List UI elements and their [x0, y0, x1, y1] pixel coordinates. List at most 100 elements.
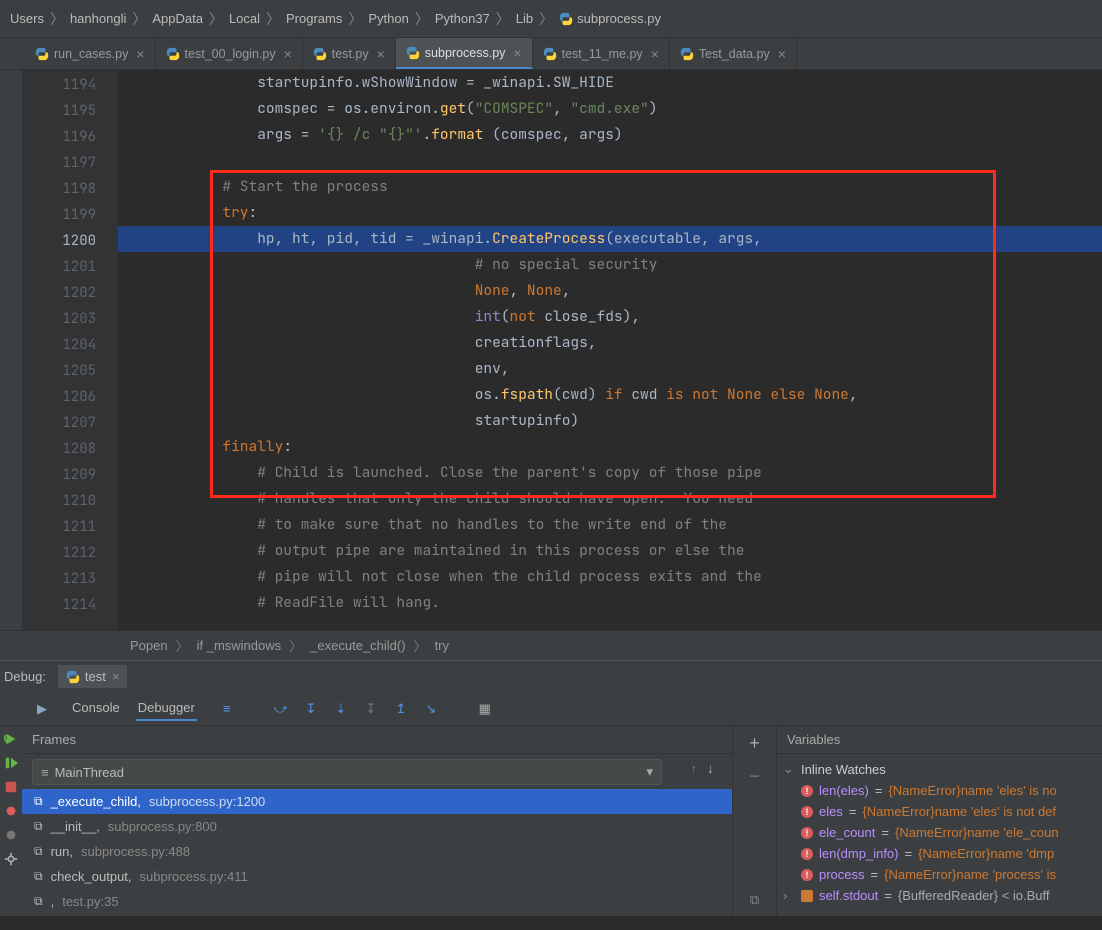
- close-icon[interactable]: ×: [284, 46, 292, 62]
- line-number[interactable]: 1208: [22, 436, 118, 462]
- debugger-tab[interactable]: Debugger: [136, 696, 197, 721]
- code-line[interactable]: startupinfo): [118, 408, 1102, 434]
- stack-frame[interactable]: ⧉run, subprocess.py:488: [22, 839, 732, 864]
- rerun-icon[interactable]: [4, 732, 18, 746]
- frame-up-icon[interactable]: ↑: [691, 761, 698, 776]
- line-number[interactable]: 1211: [22, 514, 118, 540]
- inline-watches-group[interactable]: ⌄ Inline Watches: [777, 758, 1102, 780]
- run-to-cursor-icon[interactable]: ↘: [423, 701, 439, 717]
- close-icon[interactable]: ×: [136, 46, 144, 62]
- frame-down-icon[interactable]: ↓: [707, 761, 714, 776]
- resume-icon[interactable]: [4, 756, 18, 770]
- editor-tab[interactable]: test_00_login.py×: [156, 38, 303, 69]
- watch-row[interactable]: !ele_count = {NameError}name 'ele_coun: [777, 822, 1102, 843]
- step-out-icon[interactable]: ↥: [393, 701, 409, 717]
- line-number[interactable]: 1200: [22, 228, 118, 254]
- stop-icon[interactable]: [4, 780, 18, 794]
- line-number[interactable]: 1195: [22, 98, 118, 124]
- code-line[interactable]: hp, ht, pid, tid = _winapi.CreateProcess…: [118, 226, 1102, 252]
- remove-watch-icon[interactable]: −: [749, 766, 760, 787]
- close-icon[interactable]: ×: [112, 669, 120, 684]
- code-line[interactable]: # Child is launched. Close the parent's …: [118, 460, 1102, 486]
- step-filter-icon[interactable]: ≡: [219, 701, 235, 717]
- breadcrumb-segment[interactable]: Python: [368, 11, 408, 26]
- code-structure-breadcrumb[interactable]: Popen〉if _mswindows〉_execute_child()〉try: [0, 630, 1102, 660]
- line-number[interactable]: 1201: [22, 254, 118, 280]
- code-area[interactable]: startupinfo.wShowWindow = _winapi.SW_HID…: [118, 70, 1102, 630]
- step-into-icon[interactable]: ↧: [303, 701, 319, 717]
- code-line[interactable]: os.fspath(cwd) if cwd is not None else N…: [118, 382, 1102, 408]
- code-line[interactable]: startupinfo.wShowWindow = _winapi.SW_HID…: [118, 70, 1102, 96]
- console-tab[interactable]: Console: [70, 696, 122, 721]
- code-line[interactable]: try:: [118, 200, 1102, 226]
- console-run-icon[interactable]: ▶: [34, 701, 50, 717]
- editor-tab[interactable]: subprocess.py×: [396, 38, 533, 69]
- line-number[interactable]: 1207: [22, 410, 118, 436]
- step-over-icon[interactable]: ⤻: [273, 701, 289, 717]
- code-crumb-segment[interactable]: if _mswindows: [197, 638, 282, 653]
- view-breakpoints-icon[interactable]: [4, 804, 18, 818]
- code-line[interactable]: creationflags,: [118, 330, 1102, 356]
- stack-frame[interactable]: ⧉, test.py:35: [22, 889, 732, 914]
- watch-row[interactable]: !len(eles) = {NameError}name 'eles' is n…: [777, 780, 1102, 801]
- line-number[interactable]: 1197: [22, 150, 118, 176]
- debug-session-tab[interactable]: test ×: [58, 665, 128, 688]
- add-watch-icon[interactable]: +: [749, 733, 760, 754]
- line-number[interactable]: 1203: [22, 306, 118, 332]
- breadcrumb-segment[interactable]: AppData: [152, 11, 203, 26]
- code-crumb-segment[interactable]: Popen: [130, 638, 168, 653]
- code-line[interactable]: # no special security: [118, 252, 1102, 278]
- code-line[interactable]: env,: [118, 356, 1102, 382]
- editor-tab[interactable]: Test_data.py×: [670, 38, 797, 69]
- variable-row[interactable]: › self.stdout = {BufferedReader} < io.Bu…: [777, 885, 1102, 906]
- variables-list[interactable]: ⌄ Inline Watches !len(eles) = {NameError…: [777, 754, 1102, 910]
- watch-row[interactable]: !process = {NameError}name 'process' is: [777, 864, 1102, 885]
- line-number[interactable]: 1202: [22, 280, 118, 306]
- code-editor[interactable]: 1194119511961197119811991200120112021203…: [0, 70, 1102, 630]
- code-line[interactable]: # Start the process: [118, 174, 1102, 200]
- settings-icon[interactable]: [4, 852, 18, 866]
- line-number[interactable]: 1196: [22, 124, 118, 150]
- force-step-icon[interactable]: ↧: [363, 701, 379, 717]
- code-line[interactable]: # to make sure that no handles to the wr…: [118, 512, 1102, 538]
- step-into-my-icon[interactable]: ⇣: [333, 701, 349, 717]
- breadcrumb-segment[interactable]: Local: [229, 11, 260, 26]
- chevron-down-icon[interactable]: ⌄: [783, 761, 795, 777]
- copy-icon[interactable]: ⧉: [750, 892, 759, 908]
- stack-frame[interactable]: ⧉_execute_child, subprocess.py:1200: [22, 789, 732, 814]
- code-line[interactable]: # handles that only the child should hav…: [118, 486, 1102, 512]
- line-number[interactable]: 1209: [22, 462, 118, 488]
- stack-frame[interactable]: ⧉check_output, subprocess.py:411: [22, 864, 732, 889]
- breadcrumb-segment[interactable]: hanhongli: [70, 11, 126, 26]
- code-line[interactable]: # pipe will not close when the child pro…: [118, 564, 1102, 590]
- line-number[interactable]: 1204: [22, 332, 118, 358]
- close-icon[interactable]: ×: [651, 46, 659, 62]
- line-number[interactable]: 1205: [22, 358, 118, 384]
- line-number[interactable]: 1212: [22, 540, 118, 566]
- code-line[interactable]: [118, 148, 1102, 174]
- code-line[interactable]: finally:: [118, 434, 1102, 460]
- breadcrumb-segment[interactable]: Users: [10, 11, 44, 26]
- watch-row[interactable]: !eles = {NameError}name 'eles' is not de…: [777, 801, 1102, 822]
- code-line[interactable]: args = '{} /c "{}"'.format (comspec, arg…: [118, 122, 1102, 148]
- close-icon[interactable]: ×: [778, 46, 786, 62]
- code-line[interactable]: # ReadFile will hang.: [118, 590, 1102, 616]
- evaluate-icon[interactable]: ▦: [477, 701, 493, 717]
- code-crumb-segment[interactable]: _execute_child(): [310, 638, 405, 653]
- line-number[interactable]: 1210: [22, 488, 118, 514]
- breadcrumb-segment[interactable]: Programs: [286, 11, 342, 26]
- line-number[interactable]: 1213: [22, 566, 118, 592]
- stack-frames-list[interactable]: ⧉_execute_child, subprocess.py:1200⧉__in…: [22, 789, 732, 914]
- code-crumb-segment[interactable]: try: [435, 638, 449, 653]
- line-number[interactable]: 1206: [22, 384, 118, 410]
- breadcrumb-segment[interactable]: Lib: [516, 11, 533, 26]
- close-icon[interactable]: ×: [377, 46, 385, 62]
- close-icon[interactable]: ×: [513, 45, 521, 61]
- editor-tab[interactable]: test_11_me.py×: [533, 38, 670, 69]
- line-number[interactable]: 1194: [22, 72, 118, 98]
- code-line[interactable]: int(not close_fds),: [118, 304, 1102, 330]
- thread-selector[interactable]: ≡ MainThread: [32, 759, 662, 785]
- stack-frame[interactable]: ⧉__init__, subprocess.py:800: [22, 814, 732, 839]
- breadcrumb-segment[interactable]: Python37: [435, 11, 490, 26]
- breadcrumb-segment[interactable]: subprocess.py: [559, 11, 661, 27]
